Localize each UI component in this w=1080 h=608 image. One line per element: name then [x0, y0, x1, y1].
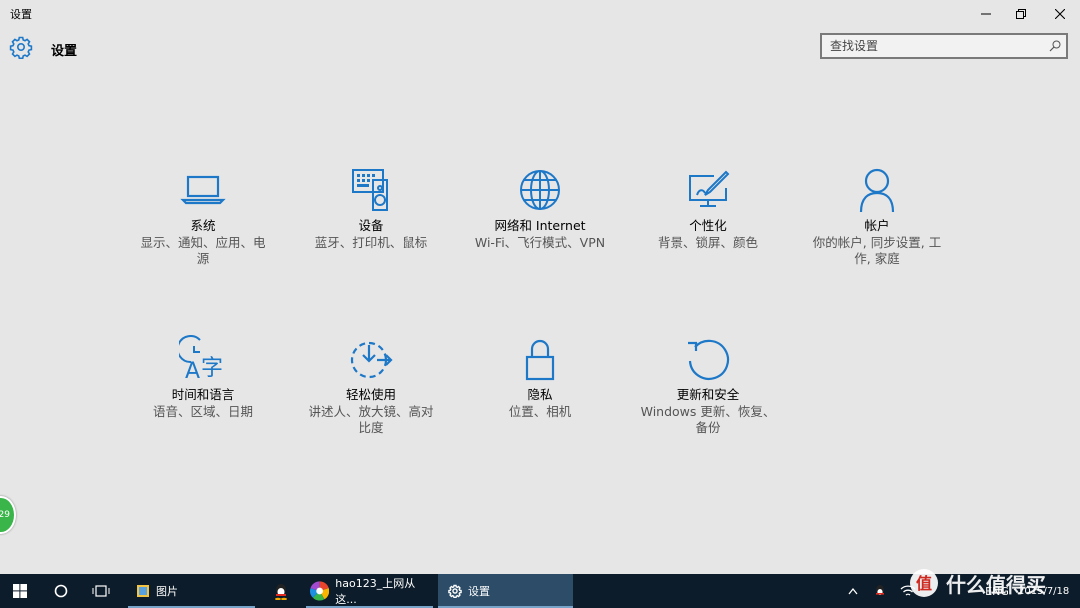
taskbar-app-label: hao123_上网从这...: [335, 577, 416, 606]
start-button[interactable]: [0, 574, 40, 608]
tile-desc: 显示、通知、应用、电源: [140, 235, 266, 266]
tile-desc: Windows 更新、恢复、备份: [640, 404, 776, 435]
tile-privacy[interactable]: 隐私 位置、相机: [472, 335, 608, 420]
windows-logo-icon: [13, 584, 27, 598]
taskbar-app-settings[interactable]: 设置: [438, 574, 573, 608]
tile-label: 个性化: [689, 218, 727, 233]
show-hidden-icons-button[interactable]: [842, 574, 864, 608]
gear-icon: [448, 584, 462, 598]
tile-label: 设备: [358, 218, 384, 233]
taskbar-app-photos[interactable]: 图片: [128, 574, 255, 608]
cortana-circle-icon: [54, 584, 68, 598]
lock-icon: [525, 339, 555, 381]
gear-icon[interactable]: [9, 35, 33, 59]
taskbar-app-label: 图片: [156, 585, 178, 598]
qq-penguin-icon: [876, 585, 884, 595]
taskbar-app-qq[interactable]: [268, 574, 294, 608]
tile-time-language[interactable]: A 字 时间和语言 语音、区域、日期: [135, 335, 271, 420]
refresh-icon: [688, 339, 730, 380]
chevron-up-icon: [848, 587, 858, 595]
tile-system[interactable]: 系统 显示、通知、应用、电源: [135, 166, 271, 267]
tile-devices[interactable]: 设备 蓝牙、打印机、鼠标: [303, 166, 439, 251]
tile-update-security[interactable]: 更新和安全 Windows 更新、恢复、备份: [640, 335, 776, 436]
laptop-icon: [180, 175, 226, 205]
globe-icon: [520, 170, 560, 210]
restore-button[interactable]: [1003, 0, 1039, 28]
tile-label: 时间和语言: [171, 387, 235, 402]
close-icon: [1055, 9, 1065, 19]
minimize-icon: [981, 13, 991, 15]
close-button[interactable]: [1042, 0, 1078, 28]
search-box[interactable]: [820, 33, 1068, 59]
tile-label: 系统: [190, 218, 216, 233]
tile-desc: 位置、相机: [508, 404, 572, 419]
taskbar-app-label: 设置: [468, 585, 490, 598]
qq-penguin-icon: [275, 584, 287, 600]
tile-desc: Wi-Fi、飞行模式、VPN: [474, 235, 606, 250]
search-input[interactable]: [822, 35, 1050, 57]
task-view-icon: [92, 585, 110, 597]
person-icon: [859, 168, 895, 213]
tile-accounts[interactable]: 帐户 你的帐户, 同步设置, 工作, 家庭: [809, 166, 945, 267]
taskbar-app-browser[interactable]: hao123_上网从这...: [306, 574, 433, 608]
tile-desc: 蓝牙、打印机、鼠标: [314, 235, 428, 250]
task-view-button[interactable]: [82, 574, 120, 608]
tile-label: 更新和安全: [676, 387, 740, 402]
watermark-text: 什么值得买: [946, 572, 1046, 597]
tray-qq[interactable]: [870, 574, 890, 608]
language-icon: A 字: [179, 335, 223, 383]
ease-of-access-icon: [350, 341, 393, 379]
minimize-button[interactable]: [968, 0, 1004, 28]
tile-desc: 讲述人、放大镜、高对比度: [308, 404, 434, 435]
tile-label: 帐户: [864, 218, 890, 233]
title-bar: 设置: [0, 0, 1080, 28]
tile-label: 轻松使用: [345, 387, 396, 402]
tile-desc: 背景、锁屏、颜色: [657, 235, 758, 250]
browser-icon: [310, 581, 330, 601]
svg-text:字: 字: [201, 356, 223, 381]
svg-text:A: A: [185, 359, 200, 383]
watermark: 值 什么值得买: [908, 566, 1080, 600]
svg-text:值: 值: [916, 574, 932, 593]
tile-label: 网络和 Internet: [494, 218, 586, 233]
search-icon[interactable]: [1049, 40, 1061, 52]
keyboard-speaker-icon: [352, 169, 388, 211]
photos-icon: [137, 585, 149, 597]
tile-network[interactable]: 网络和 Internet Wi-Fi、飞行模式、VPN: [472, 166, 608, 251]
window-title: 设置: [10, 8, 32, 21]
tile-desc: 你的帐户, 同步设置, 工作, 家庭: [812, 235, 942, 266]
paint-brush-icon: [689, 170, 730, 207]
floating-assistant-ball[interactable]: 29: [0, 496, 16, 534]
tile-desc: 语音、区域、日期: [152, 404, 253, 419]
tile-label: 隐私: [527, 387, 553, 402]
restore-icon: [1016, 9, 1026, 19]
tile-personalization[interactable]: 个性化 背景、锁屏、颜色: [640, 166, 776, 251]
app-header: 设置: [0, 32, 600, 64]
cortana-button[interactable]: [42, 574, 80, 608]
page-title: 设置: [51, 44, 78, 59]
watermark-logo-icon: 值: [910, 569, 938, 597]
tile-ease-of-access[interactable]: 轻松使用 讲述人、放大镜、高对比度: [303, 335, 439, 436]
badge-count: 29: [0, 510, 10, 520]
